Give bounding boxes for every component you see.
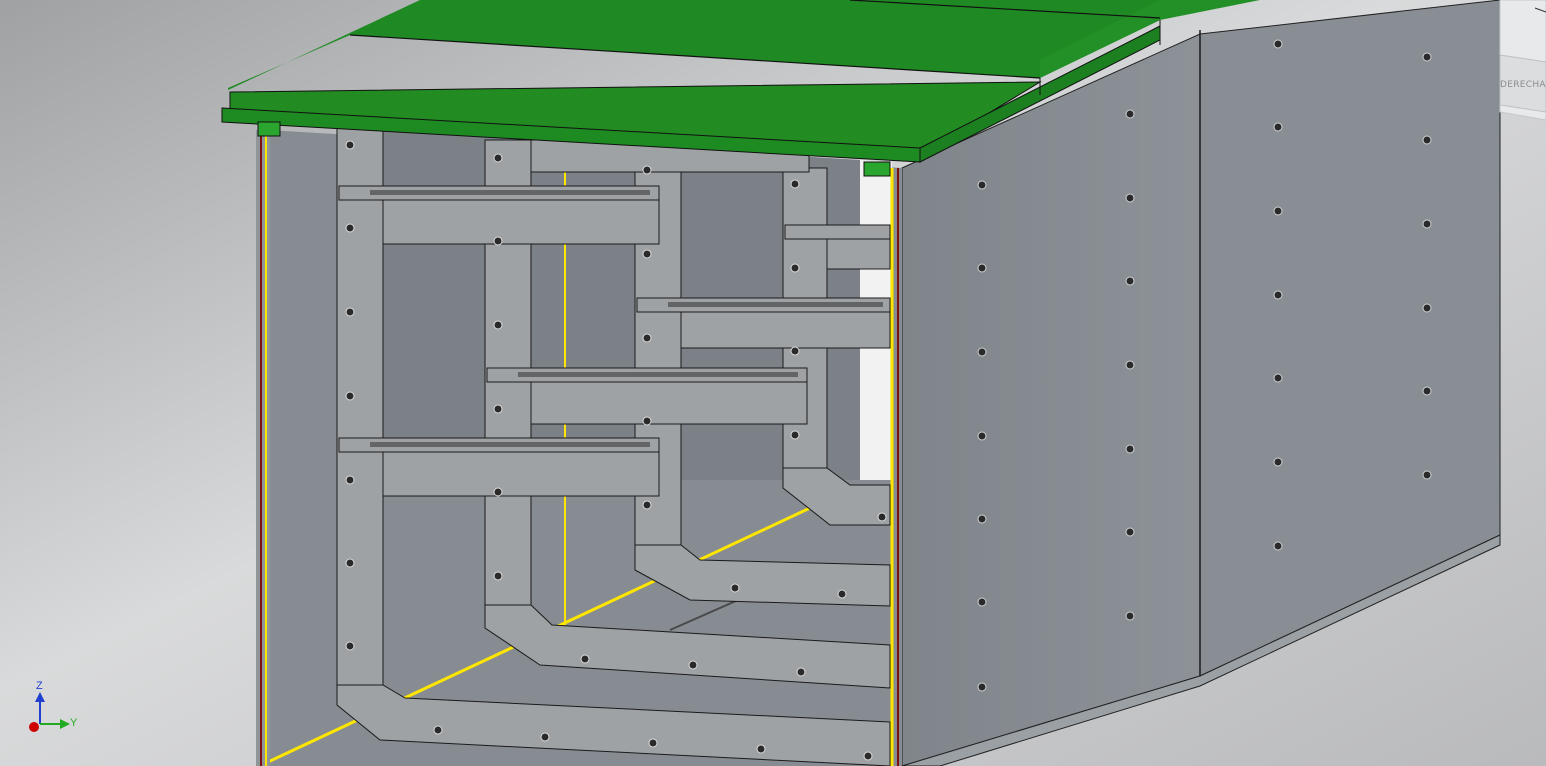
view-cube-face-label[interactable]: DERECHA	[1500, 80, 1546, 90]
triad-z-label: Z	[36, 680, 43, 692]
x-axis	[29, 722, 39, 732]
model-render[interactable]	[0, 0, 1546, 766]
left-wall-edge	[256, 130, 270, 766]
lid-bracket-right	[863, 161, 891, 177]
cad-3d-viewport[interactable]	[0, 0, 1546, 766]
triad-y-label: Y	[70, 717, 78, 729]
lid-bracket-left	[257, 121, 281, 137]
